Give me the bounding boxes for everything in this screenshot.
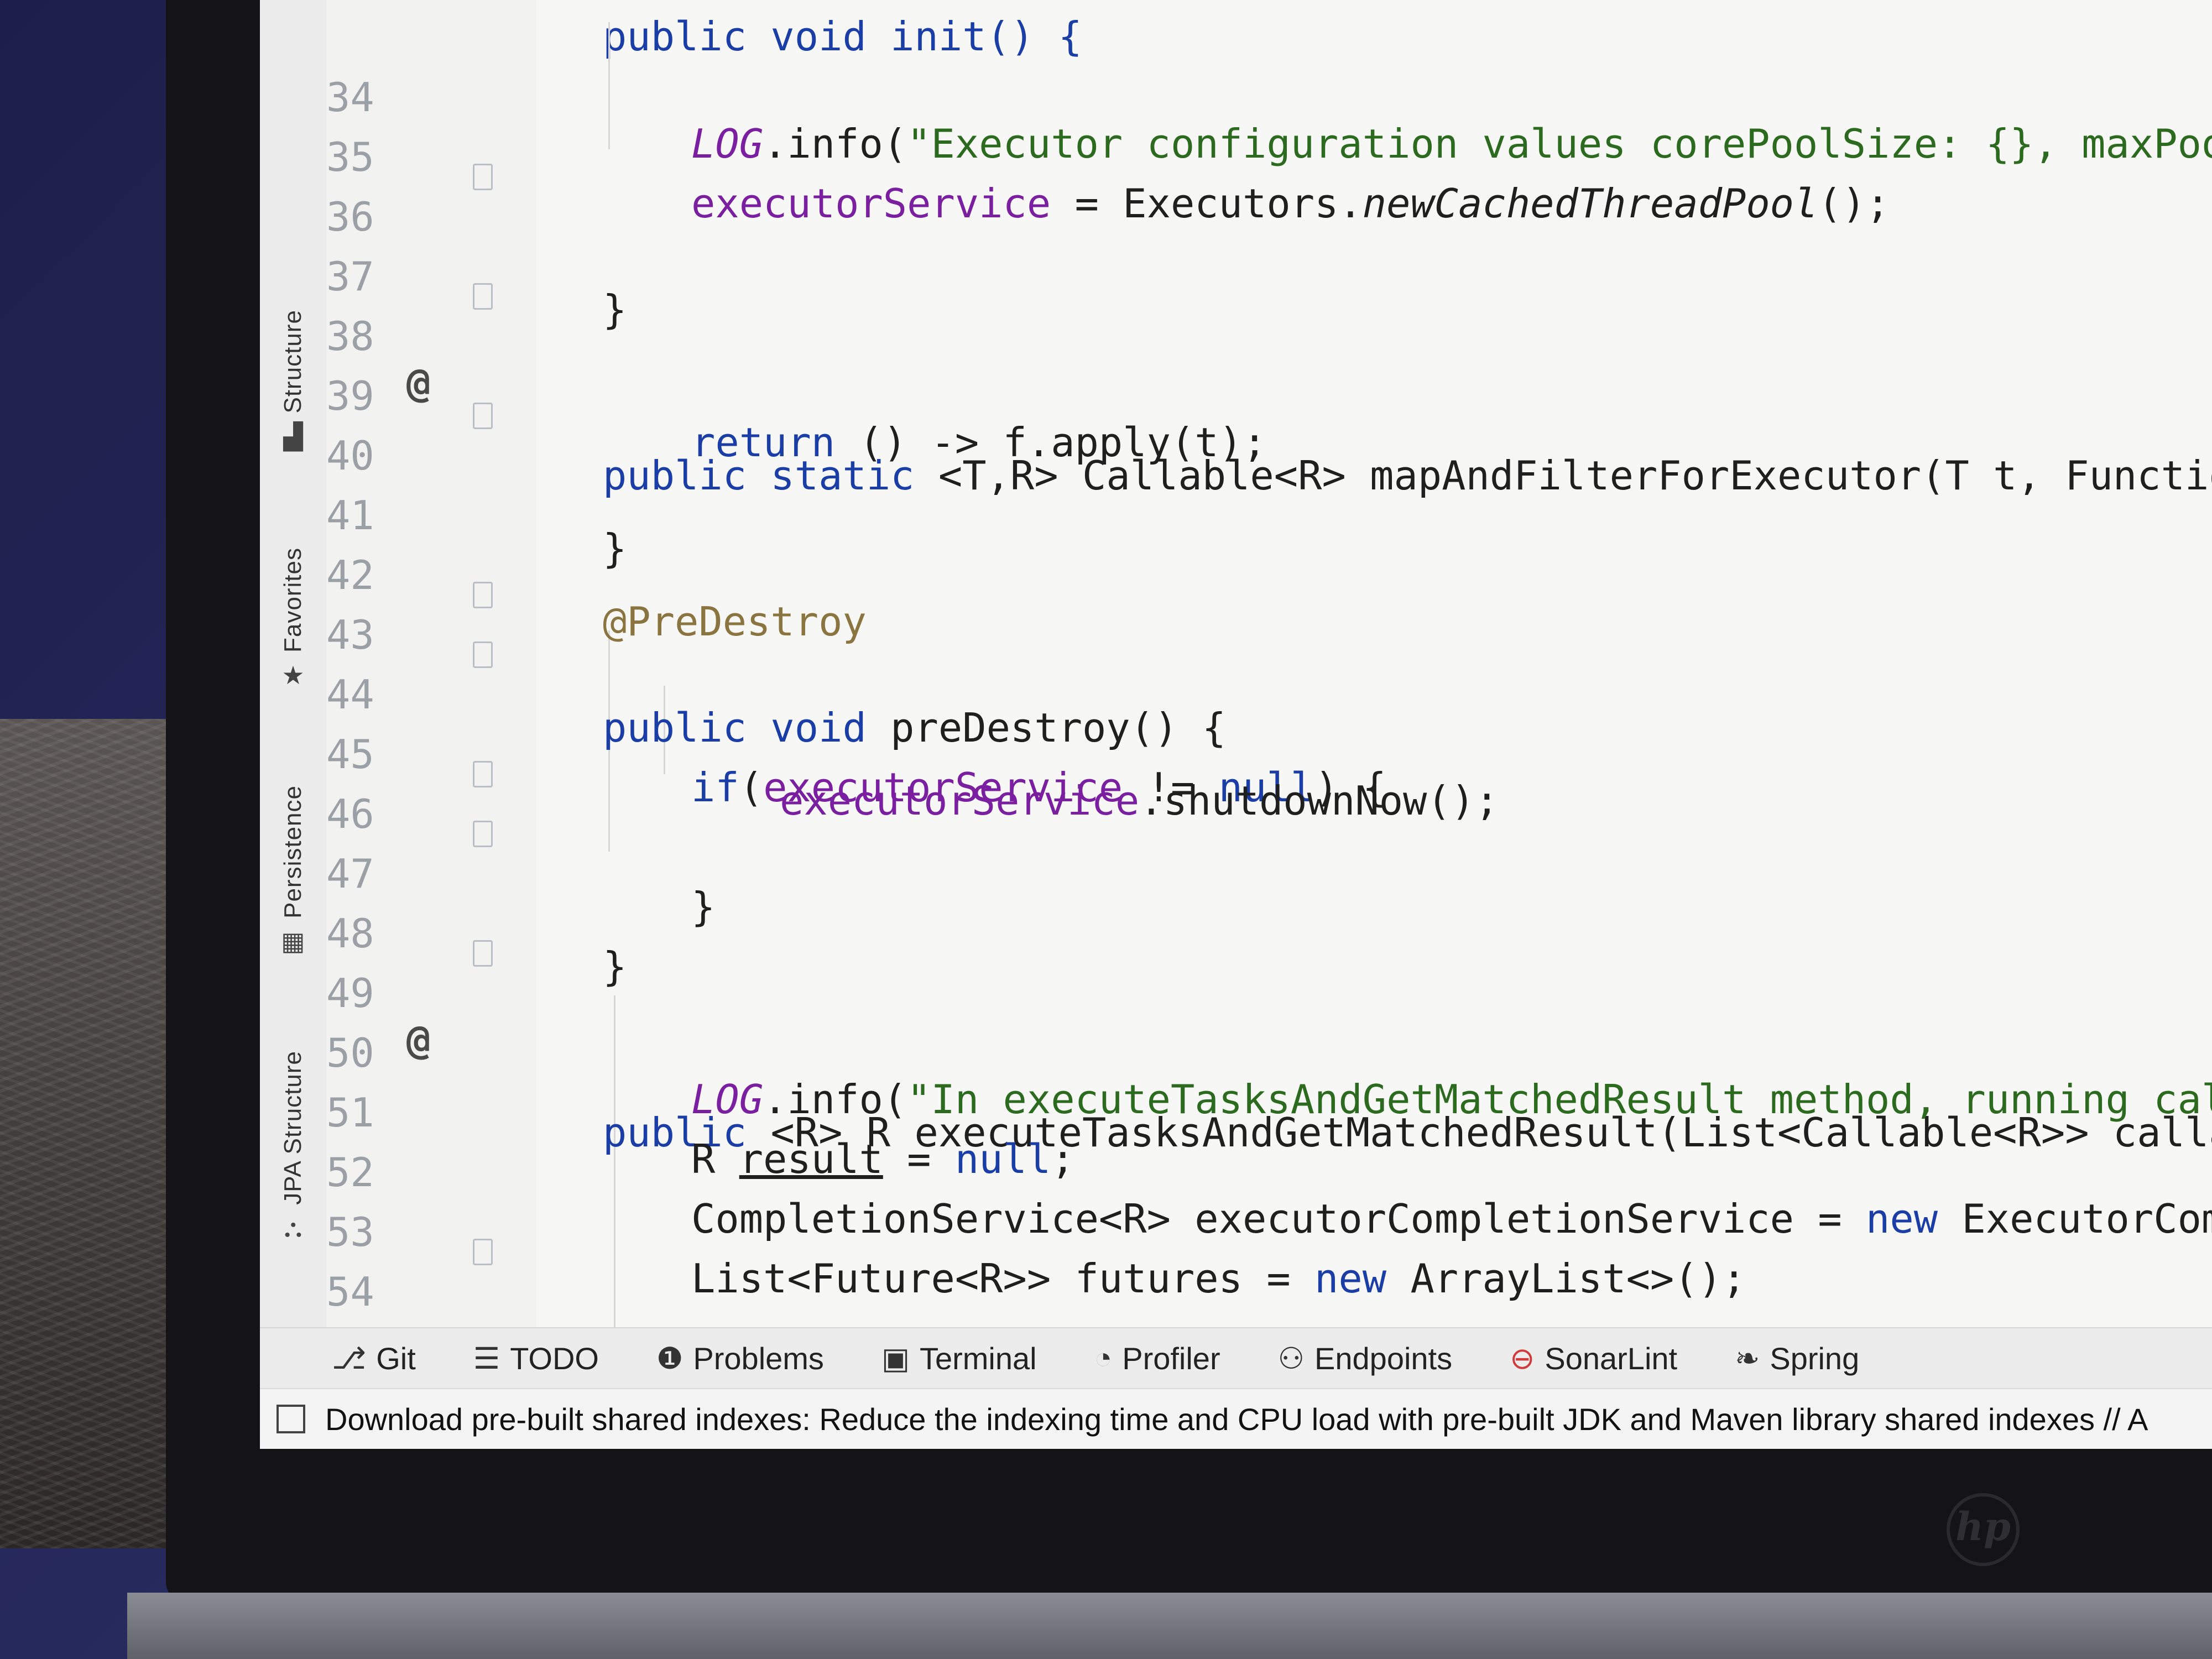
- fold-marker[interactable]: [473, 821, 493, 847]
- code-line[interactable]: 44 if(executorService != null) {: [260, 625, 2212, 811]
- tab-label: Spring: [1770, 1340, 1860, 1376]
- code-line[interactable]: 53 List<Future<R>> futures = new ArrayLi…: [260, 1162, 2212, 1302]
- profiler-icon: ◔: [1094, 1342, 1113, 1375]
- code-line[interactable]: 45 executorService.shutdownNow();: [260, 685, 2212, 824]
- git-tab-button[interactable]: ⎇ Git: [332, 1340, 416, 1376]
- hp-logo: hp: [1947, 1493, 2020, 1566]
- tab-label: TODO: [510, 1340, 599, 1376]
- fold-marker[interactable]: [473, 1239, 493, 1265]
- sonarlint-tab-button[interactable]: ⊖ SonarLint: [1510, 1340, 1677, 1376]
- todo-tab-button[interactable]: ☰ TODO: [473, 1340, 599, 1376]
- code-line[interactable]: 50 LOG.info("In executeTasksAndGetMatche…: [260, 983, 2212, 1123]
- tab-label: Git: [376, 1340, 416, 1376]
- spring-tab-button[interactable]: ❧ Spring: [1735, 1340, 1859, 1376]
- code-line[interactable]: 36 }: [260, 147, 2212, 333]
- status-message[interactable]: Download pre-built shared indexes: Reduc…: [325, 1401, 2148, 1437]
- endpoints-icon: ⚇: [1277, 1342, 1305, 1375]
- fold-marker[interactable]: [473, 164, 493, 190]
- code-line[interactable]: 46 }: [260, 744, 2212, 930]
- code-line[interactable]: 54 try {: [260, 1222, 2212, 1408]
- todo-list-icon: ☰: [473, 1342, 500, 1375]
- fold-marker[interactable]: [473, 403, 493, 429]
- fold-marker[interactable]: [473, 940, 493, 967]
- sonarlint-icon: ⊖: [1510, 1342, 1535, 1375]
- tab-label: Problems: [693, 1340, 824, 1376]
- fold-marker[interactable]: [473, 641, 493, 668]
- ide-window: Structure ▟ Favorites ★ Persistence ▦ JP…: [260, 0, 2212, 1449]
- code-line[interactable]: 39 return () -> f.apply(t);: [260, 326, 2212, 466]
- problems-tab-button[interactable]: ❶ Problems: [656, 1340, 824, 1376]
- code-line[interactable]: 37: [260, 207, 2212, 300]
- endpoints-tab-button[interactable]: ⚇ Endpoints: [1278, 1340, 1453, 1376]
- tab-label: Terminal: [919, 1340, 1037, 1376]
- tab-label: Endpoints: [1314, 1340, 1453, 1376]
- git-icon: ⎇: [332, 1342, 367, 1375]
- fold-marker[interactable]: [473, 761, 493, 787]
- status-bar: Download pre-built shared indexes: Reduc…: [260, 1388, 2212, 1449]
- code-line[interactable]: 35 executorService = Executors.newCached…: [260, 87, 2212, 227]
- code-line[interactable]: 38 @ public static <T,R> Callable<R> map…: [260, 267, 2212, 499]
- partial-top-line: public void init() {: [260, 0, 2212, 60]
- code-line[interactable]: 42 @PreDestroy: [260, 505, 2212, 645]
- tab-label: SonarLint: [1545, 1340, 1678, 1376]
- tool-window-bar: ⎇ Git ☰ TODO ❶ Problems ▣ Terminal ◔ Pro…: [260, 1327, 2212, 1388]
- code-line[interactable]: 47 }: [260, 804, 2212, 990]
- code-line[interactable]: 41: [260, 446, 2212, 539]
- laptop-base: [127, 1593, 2212, 1659]
- profiler-tab-button[interactable]: ◔ Profiler: [1094, 1340, 1220, 1376]
- code-line[interactable]: 48: [260, 864, 2212, 957]
- terminal-tab-button[interactable]: ▣ Terminal: [881, 1340, 1037, 1376]
- terminal-icon: ▣: [881, 1342, 910, 1375]
- event-log-checkbox-icon[interactable]: [276, 1405, 305, 1433]
- code-area[interactable]: public void init() { 34 LOG.info("Execut…: [260, 0, 2212, 1421]
- tab-label: Profiler: [1122, 1340, 1220, 1376]
- code-line[interactable]: 40 }: [260, 386, 2212, 572]
- code-line[interactable]: 51 R result = null;: [260, 1043, 2212, 1182]
- fold-marker[interactable]: [473, 582, 493, 608]
- code-line[interactable]: 49 @ public <R> R executeTasksAndGetMatc…: [260, 924, 2212, 1156]
- problems-icon: ❶: [656, 1342, 684, 1375]
- spring-icon: ❧: [1735, 1342, 1760, 1375]
- fold-marker[interactable]: [473, 283, 493, 310]
- code-line[interactable]: 34 LOG.info("Executor configuration valu…: [260, 28, 2212, 167]
- code-line[interactable]: 52 CompletionService<R> executorCompleti…: [260, 1103, 2212, 1242]
- code-line[interactable]: 43 public void preDestroy() {: [260, 565, 2212, 751]
